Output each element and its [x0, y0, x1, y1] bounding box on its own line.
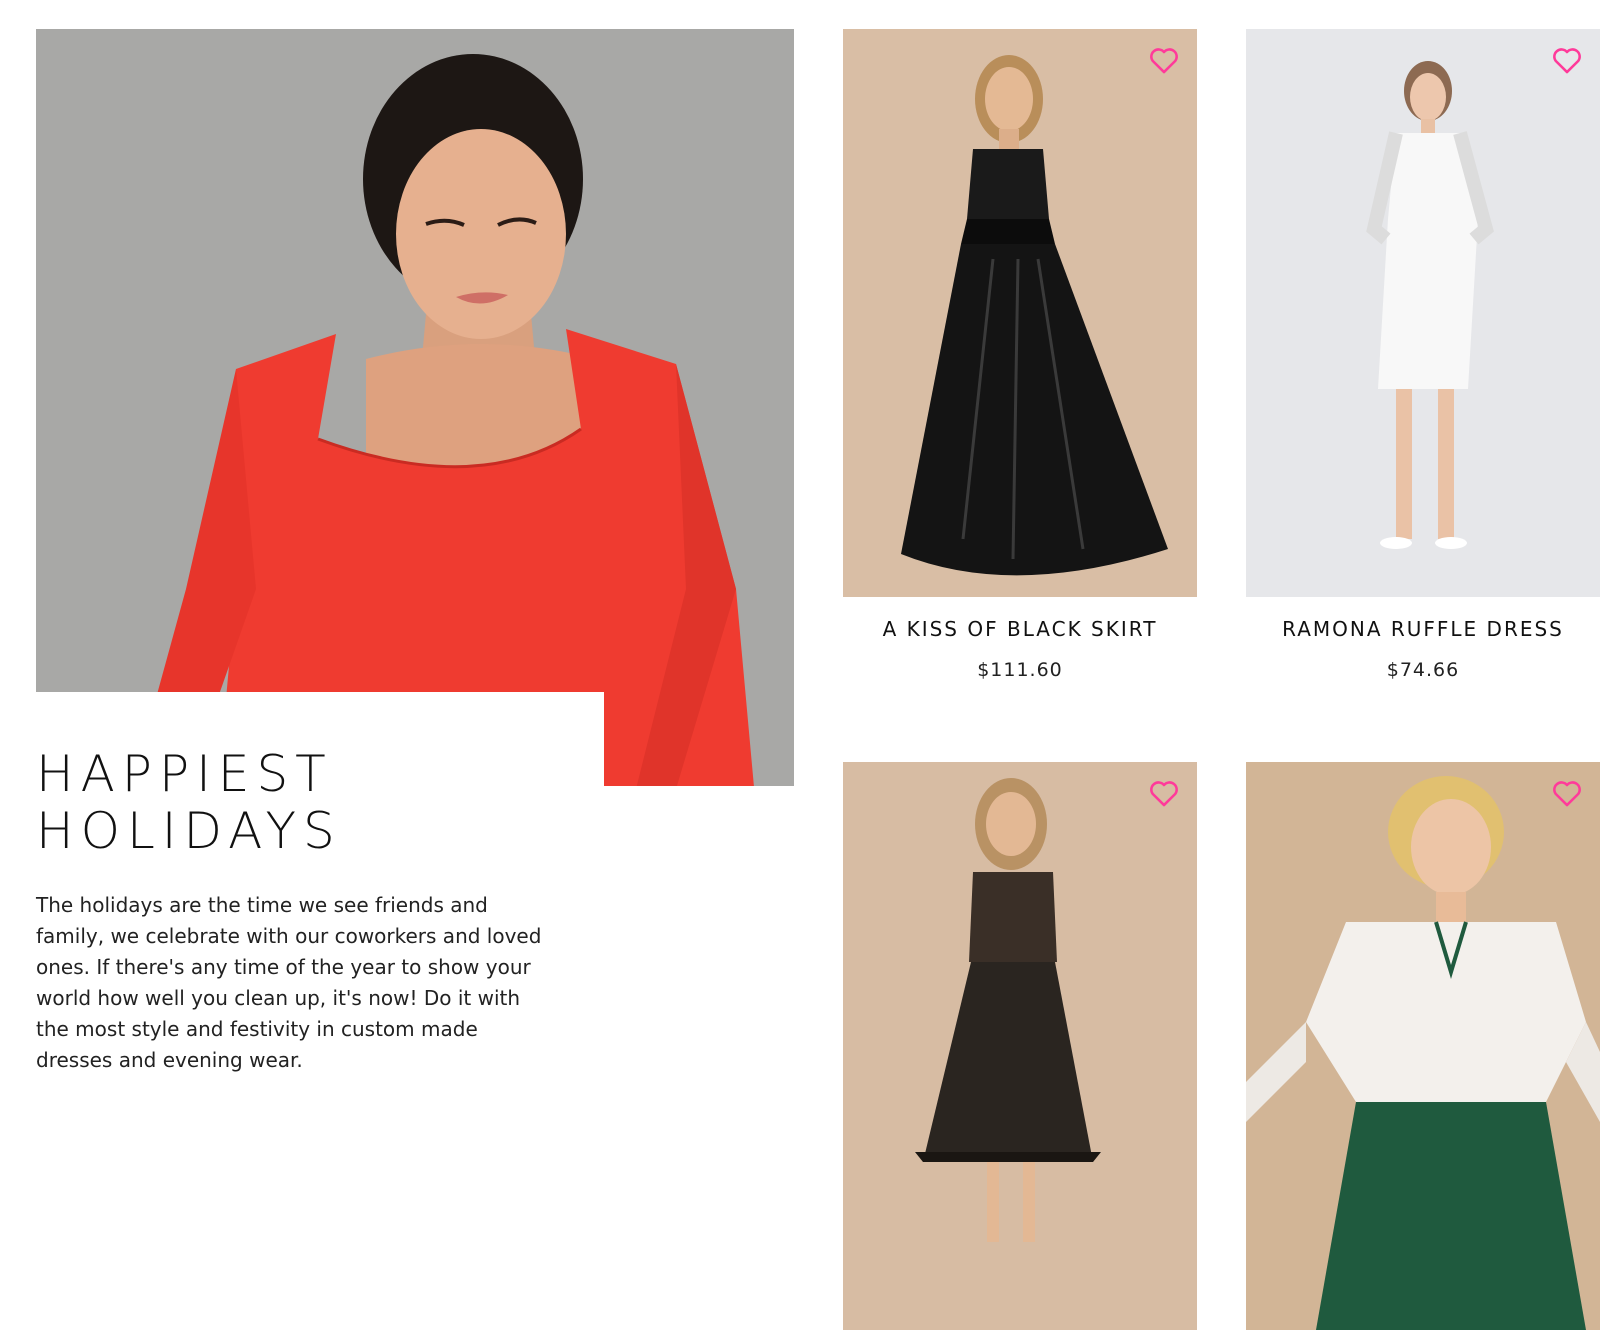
product-price: $111.60 — [977, 659, 1063, 681]
product-image[interactable] — [1246, 29, 1600, 597]
product-image[interactable] — [843, 29, 1197, 597]
product-card[interactable] — [843, 762, 1197, 1330]
product-card[interactable]: A KISS OF BLACK SKIRT $111.60 — [843, 29, 1197, 681]
promo-title-line2: HOLIDAYS — [36, 802, 342, 860]
promo-title: HAPPIEST HOLIDAYS — [36, 746, 596, 860]
product-image[interactable] — [843, 762, 1197, 1330]
promo-description: The holidays are the time we see friends… — [36, 893, 542, 1072]
wishlist-heart-icon[interactable] — [1550, 776, 1584, 810]
wishlist-heart-icon[interactable] — [1550, 43, 1584, 77]
wishlist-heart-icon[interactable] — [1147, 43, 1181, 77]
product-name[interactable]: A KISS OF BLACK SKIRT — [843, 617, 1197, 641]
product-card[interactable]: RAMONA RUFFLE DRESS $74.66 — [1246, 29, 1600, 681]
wishlist-heart-icon[interactable] — [1147, 776, 1181, 810]
hero-image — [36, 29, 794, 786]
product-card[interactable] — [1246, 762, 1600, 1330]
product-name[interactable]: RAMONA RUFFLE DRESS — [1246, 617, 1600, 641]
product-price: $74.66 — [1386, 659, 1460, 681]
product-image[interactable] — [1246, 762, 1600, 1330]
promo-title-line1: HAPPIEST — [36, 745, 333, 803]
